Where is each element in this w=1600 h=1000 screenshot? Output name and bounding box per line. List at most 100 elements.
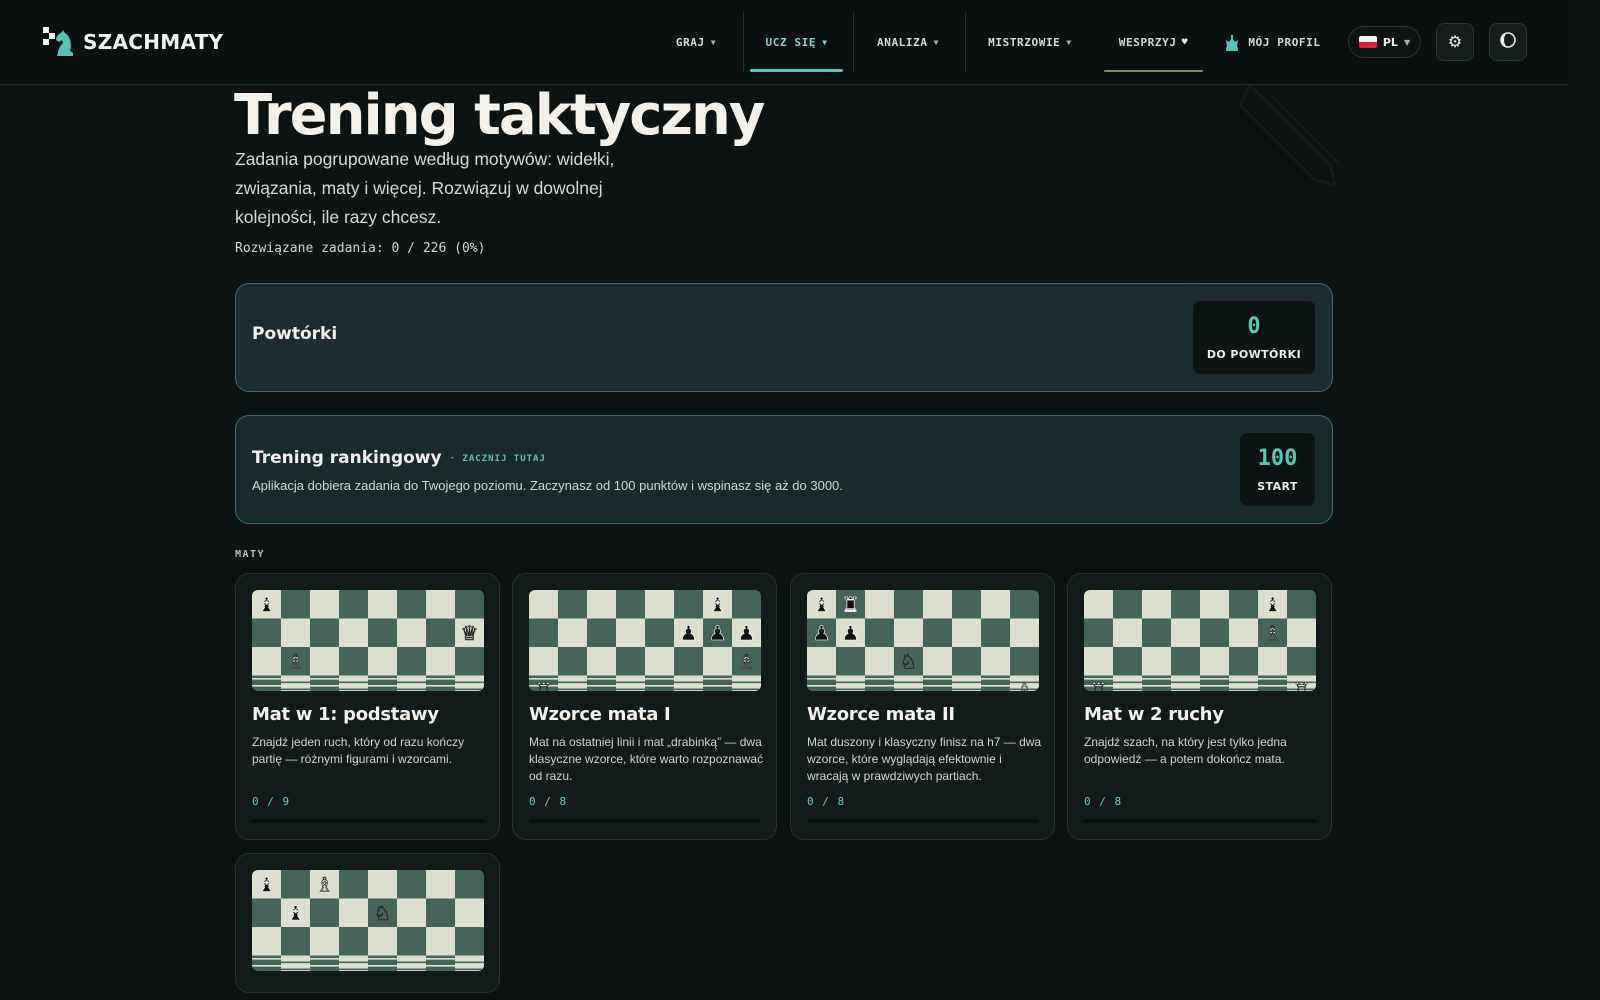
puzzle-card[interactable]: ♝ ♗ ♝ ♘ <box>235 853 500 993</box>
puzzle-card[interactable]: ♝ ♗ ♖ ♖ Mat w 2 ruchy Znajdź szach, na któr… <box>1067 573 1332 840</box>
board-square <box>1171 647 1201 676</box>
chess-piece-icon: ♘ <box>374 901 392 925</box>
board-square <box>426 590 456 619</box>
puzzle-card[interactable]: ♝ ♜ ♟ ♟ ♘ ♙ Wzorce mata II Mat duszony i klas… <box>790 573 1055 840</box>
board-square <box>368 590 398 619</box>
board-square <box>281 590 311 619</box>
chess-piece-icon: ♝ <box>258 592 276 616</box>
board-square <box>426 927 456 956</box>
chess-piece-icon: ♗ <box>287 649 305 673</box>
knight-logo-icon <box>43 27 75 57</box>
language-selector[interactable]: PL ▼ <box>1348 26 1421 58</box>
board-square <box>426 898 456 928</box>
chess-piece-icon: ♝ <box>709 592 727 616</box>
ranked-training-title-text: Trening rankingowy <box>252 448 442 468</box>
card-progress-count: 0 / 8 <box>807 795 846 808</box>
chess-piece-icon: ♕ <box>461 621 479 645</box>
board-edge-stripe <box>252 678 484 680</box>
puzzle-card[interactable]: ♝ ♕ ♗ Mat w 1: podstawy Znajdź jeden ruch,… <box>235 573 500 840</box>
chess-piece-icon: ♝ <box>287 901 305 925</box>
chess-board-preview: ♝ ♟ ♟ ♟ ♗ ♖ <box>529 590 761 691</box>
nav-masters-label: MISTRZOWIE <box>988 36 1061 49</box>
board-square <box>1084 618 1114 648</box>
ranked-start-box[interactable]: 100 START <box>1239 432 1316 507</box>
chess-piece-icon: ♝ <box>813 592 831 616</box>
board-square <box>339 590 369 619</box>
settings-button[interactable]: ⚙ <box>1436 23 1474 61</box>
board-square <box>455 898 484 928</box>
board-square <box>1084 647 1114 676</box>
nav-analysis[interactable]: ANALIZA ▼ <box>863 0 953 85</box>
board-square <box>339 618 369 648</box>
board-square <box>1142 590 1172 619</box>
board-square <box>1287 647 1316 676</box>
active-tab-indicator <box>750 69 843 72</box>
board-square <box>397 927 427 956</box>
board-square <box>616 647 646 676</box>
board-edge-stripe <box>807 685 1039 687</box>
board-square <box>1010 647 1039 676</box>
board-square <box>1229 618 1259 648</box>
board-square <box>981 647 1011 676</box>
chess-piece-icon: ♗ <box>316 872 334 896</box>
language-code: PL <box>1382 35 1398 49</box>
board-edge-stripe <box>807 688 1039 691</box>
theme-toggle-button[interactable] <box>1489 23 1527 61</box>
chevron-down-icon: ▼ <box>1066 38 1072 47</box>
board-square <box>368 870 398 899</box>
card-progress-count: 0 / 8 <box>529 795 568 808</box>
board-square <box>865 618 895 648</box>
section-label-mates: MATY <box>235 549 266 560</box>
board-square <box>426 618 456 648</box>
board-square <box>426 870 456 899</box>
board-square <box>339 647 369 676</box>
board-square <box>455 927 484 956</box>
board-square <box>368 927 398 956</box>
board-square <box>368 618 398 648</box>
board-square <box>894 618 924 648</box>
nav-divider <box>853 12 854 72</box>
puzzle-card[interactable]: ♝ ♟ ♟ ♟ ♗ ♖ Wzorce mata I Mat na ostatniej li… <box>512 573 777 840</box>
board-square <box>455 647 484 676</box>
nav-play[interactable]: GRAJ ▼ <box>660 0 732 85</box>
nav-masters[interactable]: MISTRZOWIE ▼ <box>975 0 1085 85</box>
board-edge-stripe <box>1084 685 1316 687</box>
board-square <box>1287 590 1316 619</box>
chess-piece-icon: ♟ <box>738 621 756 645</box>
board-square <box>587 647 617 676</box>
chess-piece-icon: ♗ <box>738 649 756 673</box>
ranked-start-rating: 100 <box>1257 446 1298 471</box>
board-square <box>1084 590 1114 619</box>
board-square <box>1010 590 1039 619</box>
board-square <box>587 618 617 648</box>
board-square <box>807 647 837 676</box>
chess-piece-icon: ♟ <box>709 621 727 645</box>
ranked-training-description: Aplikacja dobiera zadania do Twojego poz… <box>252 478 843 493</box>
solved-progress: Rozwiązane zadania: 0 / 226 (0%) <box>235 241 486 256</box>
reviews-panel[interactable]: Powtórki 0 DO POWTÓRKI <box>235 283 1333 392</box>
card-description: Znajdź jeden ruch, który od razu kończy … <box>252 735 465 766</box>
board-square <box>836 647 866 676</box>
card-progress-count: 0 / 8 <box>1084 795 1123 808</box>
gear-icon: ⚙ <box>1447 34 1463 51</box>
board-edge-stripe <box>807 678 1039 680</box>
ranked-training-panel[interactable]: Trening rankingowy · ZACZNIJ TUTAJ Aplika… <box>235 415 1333 524</box>
board-square <box>310 647 340 676</box>
board-square <box>1010 618 1039 648</box>
nav-support[interactable]: WESPRZYJ ♥ <box>1104 0 1203 85</box>
nav-my-profile[interactable]: MÓJ PROFIL <box>1218 0 1328 85</box>
nav-divider <box>743 12 744 72</box>
board-square <box>455 590 484 619</box>
board-square <box>1142 618 1172 648</box>
board-square <box>616 590 646 619</box>
board-edge-stripe <box>529 688 761 691</box>
card-progress-bar <box>1084 819 1316 823</box>
board-square <box>981 590 1011 619</box>
board-square <box>252 618 282 648</box>
board-square <box>952 590 982 619</box>
ranked-training-title: Trening rankingowy · ZACZNIJ TUTAJ <box>252 448 546 468</box>
site-logo[interactable]: SZACHMATY <box>43 27 223 57</box>
nav-learn[interactable]: UCZ SIĘ ▼ <box>750 0 843 85</box>
reviews-count-box[interactable]: 0 DO POWTÓRKI <box>1192 300 1316 375</box>
board-square <box>674 590 704 619</box>
